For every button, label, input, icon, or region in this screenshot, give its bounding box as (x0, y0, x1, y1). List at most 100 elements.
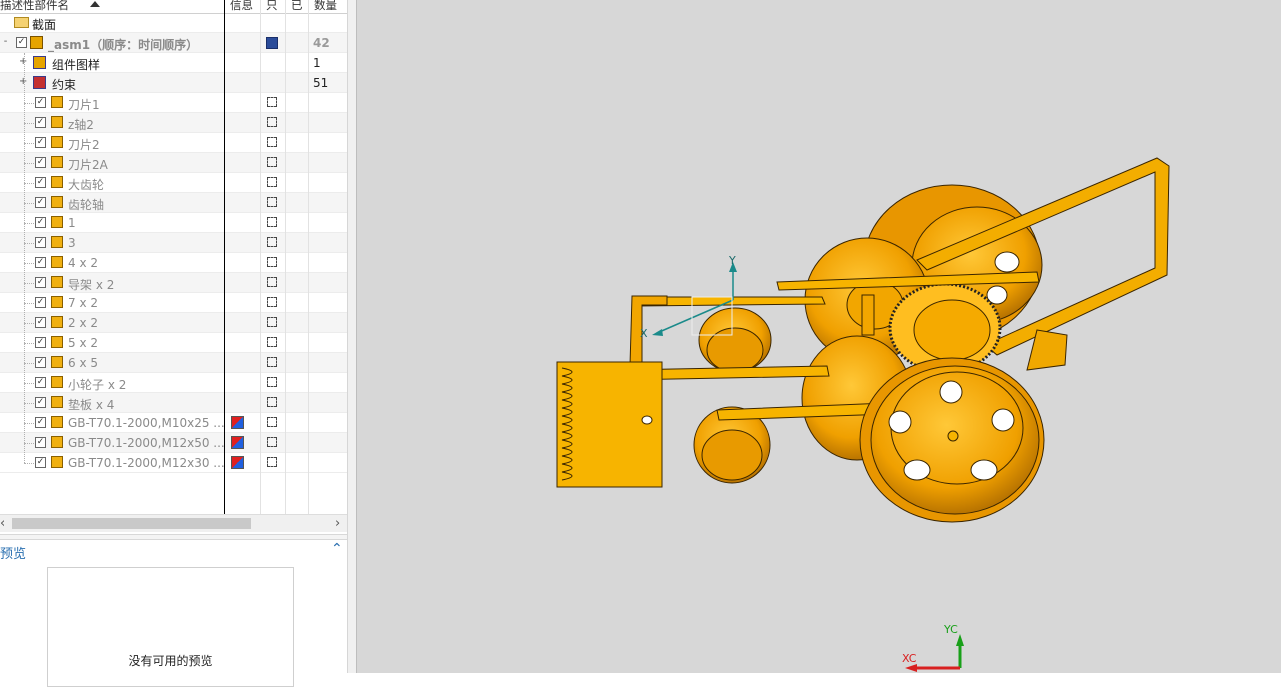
tree-row[interactable]: ✓ 5 x 2 (0, 333, 347, 353)
tree-row[interactable]: ✓ 1 (0, 213, 347, 233)
readonly-checkbox[interactable] (267, 297, 277, 307)
header-underline (0, 0, 347, 14)
chevron-up-icon[interactable]: ⌃ (331, 541, 343, 557)
save-icon (266, 37, 278, 49)
info-icon[interactable] (231, 436, 244, 449)
tree-row[interactable]: ✓ 6 x 5 (0, 353, 347, 373)
scrollbar-thumb[interactable] (12, 518, 251, 529)
visibility-checkbox[interactable]: ✓ (35, 457, 46, 468)
tree-label: 刀片2A (68, 158, 108, 172)
tree-connector (24, 463, 34, 464)
tree-row[interactable]: 截面 (0, 13, 347, 33)
part-icon (51, 196, 63, 208)
readonly-checkbox[interactable] (267, 377, 277, 387)
tree-row[interactable]: ✓ 小轮子 x 2 (0, 373, 347, 393)
tree-connector (24, 143, 34, 144)
visibility-checkbox[interactable]: ✓ (35, 417, 46, 428)
tree-row[interactable]: ✓ 大齿轮 (0, 173, 347, 193)
tree-label: 导架 x 2 (68, 278, 115, 292)
graphics-viewport[interactable]: Y X YC XC (357, 0, 1281, 673)
tree-row[interactable]: ✓ z轴2 (0, 113, 347, 133)
tree-label: 1 (68, 216, 76, 230)
readonly-checkbox[interactable] (267, 237, 277, 247)
readonly-checkbox[interactable] (267, 277, 277, 287)
horizontal-scrollbar[interactable]: ‹ › (0, 514, 347, 532)
collapse-icon[interactable]: - (2, 37, 9, 47)
assembly-model[interactable] (357, 0, 1281, 673)
tree-label: 约束 (52, 78, 77, 92)
tree-row[interactable]: ✓ 4 x 2 (0, 253, 347, 273)
assembly-icon (30, 36, 43, 49)
tree-label: 小轮子 x 2 (68, 378, 127, 392)
visibility-checkbox[interactable]: ✓ (35, 197, 46, 208)
readonly-checkbox[interactable] (267, 417, 277, 427)
visibility-checkbox[interactable]: ✓ (35, 357, 46, 368)
assembly-navigator: 描述性部件名 信息 只 已 数量 截面 - ✓ _asm1（顺序：时间顺序） 42 + 组件… (0, 0, 347, 687)
visibility-checkbox[interactable]: ✓ (35, 337, 46, 348)
info-icon[interactable] (231, 456, 244, 469)
visibility-checkbox[interactable]: ✓ (35, 217, 46, 228)
tree-row[interactable]: ✓ 3 (0, 233, 347, 253)
tree-row[interactable]: - ✓ _asm1（顺序：时间顺序） 42 (0, 33, 347, 53)
tree-row[interactable]: ✓ 刀片2 (0, 133, 347, 153)
tree-row[interactable]: ✓ 刀片1 (0, 93, 347, 113)
readonly-checkbox[interactable] (267, 97, 277, 107)
tree-label: z轴2 (68, 118, 94, 132)
readonly-checkbox[interactable] (267, 457, 277, 467)
info-icon[interactable] (231, 416, 244, 429)
visibility-checkbox[interactable]: ✓ (35, 397, 46, 408)
visibility-checkbox[interactable]: ✓ (35, 177, 46, 188)
visibility-checkbox[interactable]: ✓ (35, 237, 46, 248)
visibility-checkbox[interactable]: ✓ (35, 377, 46, 388)
tree-label: 大齿轮 (68, 178, 105, 192)
tree-row[interactable]: ✓ 齿轮轴 (0, 193, 347, 213)
tree-row[interactable]: + 组件图样 1 (0, 53, 347, 73)
tree-row[interactable]: ✓ 刀片2A (0, 153, 347, 173)
visibility-checkbox[interactable]: ✓ (35, 137, 46, 148)
readonly-checkbox[interactable] (267, 177, 277, 187)
part-icon (51, 316, 63, 328)
readonly-checkbox[interactable] (267, 257, 277, 267)
front-wheel-hole (903, 459, 931, 481)
tree-connector (24, 103, 34, 104)
readonly-checkbox[interactable] (267, 317, 277, 327)
tree-row[interactable]: ✓ 7 x 2 (0, 293, 347, 313)
tree-row[interactable]: ✓ GB-T70.1-2000,M12x50 ... (0, 433, 347, 453)
readonly-checkbox[interactable] (267, 117, 277, 127)
visibility-checkbox[interactable]: ✓ (35, 297, 46, 308)
tree-row[interactable]: ✓ 导架 x 2 (0, 273, 347, 293)
panel-divider[interactable] (0, 534, 347, 540)
splitter[interactable] (347, 0, 357, 673)
tree-row[interactable]: ✓ GB-T70.1-2000,M10x25 ... (0, 413, 347, 433)
tree-connector (24, 223, 34, 224)
scroll-right-icon[interactable]: › (335, 516, 340, 531)
visibility-checkbox[interactable]: ✓ (35, 437, 46, 448)
visibility-checkbox[interactable]: ✓ (35, 257, 46, 268)
tree-row[interactable]: ✓ GB-T70.1-2000,M12x30 ... (0, 453, 347, 473)
tree-row[interactable]: + 约束 51 (0, 73, 347, 93)
readonly-checkbox[interactable] (267, 437, 277, 447)
preview-title[interactable]: 预览 (0, 543, 26, 562)
readonly-checkbox[interactable] (267, 397, 277, 407)
visibility-checkbox[interactable]: ✓ (35, 97, 46, 108)
tree-row[interactable]: ✓ 2 x 2 (0, 313, 347, 333)
readonly-checkbox[interactable] (267, 157, 277, 167)
tree-row[interactable]: ✓ 垫板 x 4 (0, 393, 347, 413)
tree-label: 组件图样 (52, 58, 101, 72)
tree-count: 51 (313, 76, 329, 90)
bolt (641, 415, 653, 425)
readonly-checkbox[interactable] (267, 337, 277, 347)
readonly-checkbox[interactable] (267, 217, 277, 227)
cutter-blade[interactable] (556, 361, 663, 488)
visibility-checkbox[interactable]: ✓ (35, 117, 46, 128)
tree-label: 7 x 2 (68, 296, 98, 310)
readonly-checkbox[interactable] (267, 197, 277, 207)
visibility-checkbox[interactable]: ✓ (35, 317, 46, 328)
visibility-checkbox[interactable]: ✓ (35, 277, 46, 288)
readonly-checkbox[interactable] (267, 357, 277, 367)
visibility-checkbox[interactable]: ✓ (35, 157, 46, 168)
visibility-checkbox[interactable]: ✓ (16, 37, 27, 48)
readonly-checkbox[interactable] (267, 137, 277, 147)
scroll-left-icon[interactable]: ‹ (0, 516, 5, 531)
spur-gear-face (913, 299, 991, 361)
